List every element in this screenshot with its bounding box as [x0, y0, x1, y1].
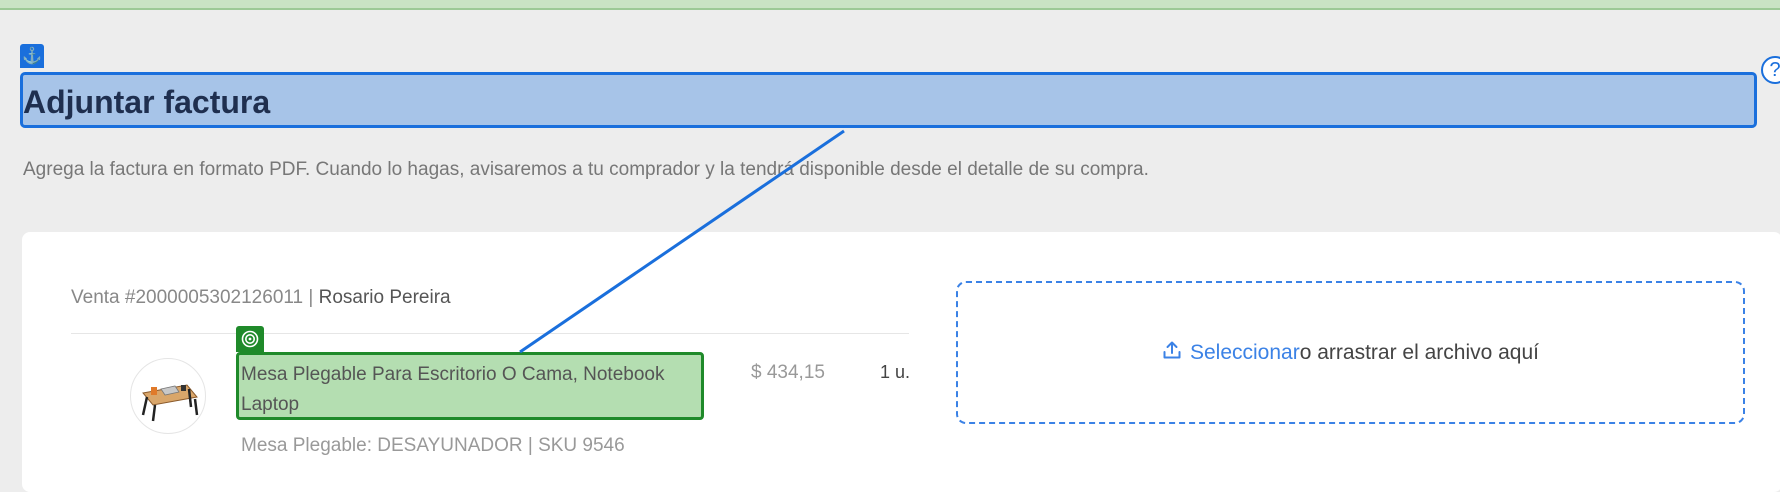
product-price: $ 434,15: [751, 362, 825, 383]
divider: [71, 333, 909, 334]
help-icon[interactable]: ?: [1761, 56, 1780, 84]
buyer-name: Rosario Pereira: [318, 287, 451, 308]
product-variant: Mesa Plegable: DESAYUNADOR | SKU 9546: [241, 435, 625, 456]
product-quantity: 1 u.: [880, 362, 911, 382]
sale-info: Venta #2000005302126011 | Rosario Pereir…: [71, 287, 451, 309]
file-dropzone[interactable]: Seleccionar o arrastrar el archivo aquí: [956, 281, 1745, 424]
select-file-link[interactable]: Seleccionar: [1190, 341, 1300, 365]
upload-icon: [1162, 340, 1182, 366]
top-strip: [0, 0, 1780, 10]
target-icon: [236, 326, 264, 352]
product-title[interactable]: Mesa Plegable Para Escritorio O Cama, No…: [241, 360, 701, 420]
dropzone-text: o arrastrar el archivo aquí: [1299, 340, 1539, 364]
product-thumbnail: [130, 358, 206, 434]
sale-number: Venta #2000005302126011 |: [71, 287, 319, 308]
page-title: Adjuntar factura: [23, 84, 271, 120]
page-subtitle: Agrega la factura en formato PDF. Cuando…: [23, 159, 1149, 180]
anchor-icon: ⚓: [20, 44, 44, 68]
folding-table-image: [141, 384, 199, 422]
title-highlight: [20, 72, 1757, 128]
